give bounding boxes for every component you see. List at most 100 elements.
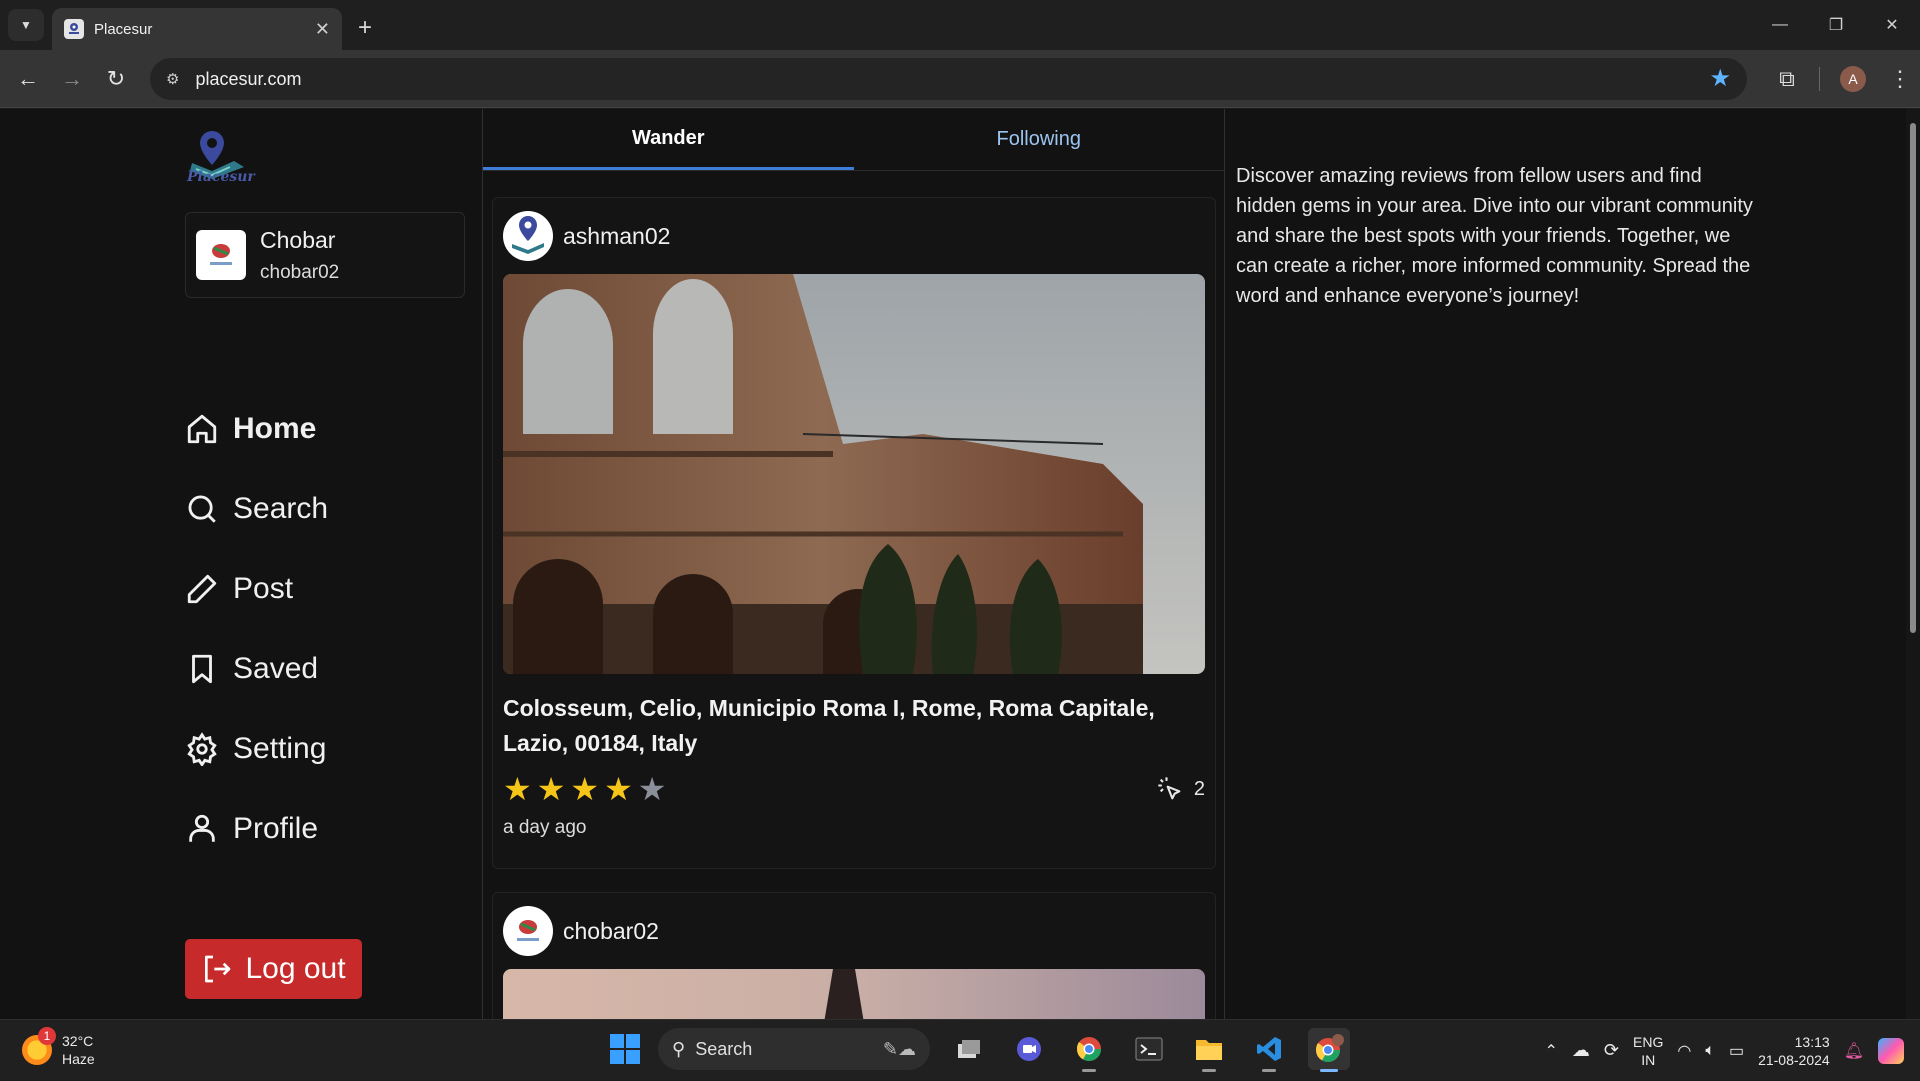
star-icon: ★ <box>536 771 566 807</box>
user-card[interactable]: Chobar chobar02 <box>185 212 465 298</box>
app-running-indicator <box>1082 1069 1096 1072</box>
logout-label: Log out <box>245 952 346 985</box>
bookmark-star-icon[interactable]: ★ <box>1709 63 1731 95</box>
notification-bell-icon[interactable]: 🔔︎ <box>1844 1041 1864 1061</box>
nav-home-label: Home <box>233 412 317 445</box>
chrome-icon[interactable] <box>1068 1028 1110 1072</box>
chevron-up-icon[interactable]: ⌃ <box>1545 1041 1558 1061</box>
profile-avatar[interactable]: A <box>1840 66 1866 92</box>
star-icon: ★ <box>637 771 667 807</box>
search-icon: ⚲ <box>672 1038 686 1059</box>
weather-icon: 1 <box>22 1027 56 1065</box>
onedrive-icon[interactable]: ☁ <box>1572 1040 1590 1061</box>
taskbar-apps: ⚲ Search ✎☁ <box>610 1028 1350 1072</box>
nav-saved-label: Saved <box>233 652 319 685</box>
scrollbar-thumb[interactable] <box>1910 123 1916 633</box>
extensions-icon[interactable]: ⧉ <box>1761 66 1813 92</box>
app-active-indicator <box>1320 1069 1338 1072</box>
url-text[interactable]: placesur.com <box>195 69 1709 90</box>
meet-icon[interactable] <box>1008 1028 1050 1070</box>
search-highlight-icon: ✎☁ <box>882 1038 916 1059</box>
weather-temp: 32°C <box>62 1033 94 1049</box>
back-button[interactable]: ← <box>6 57 50 101</box>
taskbar-search-label: Search <box>695 1038 753 1059</box>
gear-icon <box>187 732 217 766</box>
chrome-profile-icon[interactable] <box>1308 1028 1350 1072</box>
toolbar-divider <box>1819 67 1820 91</box>
info-text: Discover amazing reviews from fellow use… <box>1236 165 1753 307</box>
nav-profile[interactable]: Profile <box>185 789 328 869</box>
window-controls: — ❐ ✕ <box>1752 0 1920 50</box>
post-card[interactable]: ashman02 Colosseum, Celio, Municipio Rom… <box>492 197 1216 869</box>
nav-saved[interactable]: Saved <box>185 629 328 709</box>
chevron-down-icon: ▼ <box>20 18 32 32</box>
tab-wander[interactable]: Wander <box>483 109 854 170</box>
close-window-icon[interactable]: ✕ <box>1864 0 1920 50</box>
post-avatar[interactable] <box>503 211 553 261</box>
page-content: Placesur Chobar chobar02 Home Search Pos… <box>0 109 1920 1019</box>
new-tab-button[interactable]: + <box>358 14 372 42</box>
language-indicator[interactable]: ENG IN <box>1633 1033 1663 1069</box>
user-avatar <box>196 230 246 280</box>
tab-search-button[interactable]: ▼ <box>8 9 44 41</box>
star-icon: ★ <box>604 771 633 807</box>
taskbar: 1 32°C Haze ⚲ Search ✎☁ ⌃ ☁ ⟳ ENG IN ◠ 🔈… <box>0 1019 1920 1080</box>
volume-icon[interactable]: 🔈︎ <box>1705 1042 1715 1060</box>
file-explorer-icon[interactable] <box>1188 1028 1230 1072</box>
lang-bottom: IN <box>1641 1051 1656 1068</box>
page-scrollbar[interactable] <box>1906 109 1920 1019</box>
minimize-icon[interactable]: — <box>1752 0 1808 50</box>
taskbar-search[interactable]: ⚲ Search ✎☁ <box>658 1028 930 1070</box>
user-name: Chobar <box>260 226 336 253</box>
favicon-icon <box>64 19 84 39</box>
clock-time: 13:13 <box>1794 1033 1830 1050</box>
task-view-icon[interactable] <box>948 1028 990 1070</box>
post-time: a day ago <box>503 817 587 838</box>
post-header: ashman02 <box>503 198 1205 274</box>
copilot-icon[interactable] <box>1878 1037 1904 1064</box>
address-bar[interactable]: ⚙ placesur.com ★ <box>150 58 1747 100</box>
like-button[interactable]: 2 <box>1156 775 1205 803</box>
logo-text: Placesur <box>187 169 255 185</box>
nav-post-label: Post <box>233 572 294 605</box>
post-photo[interactable] <box>503 969 1205 1019</box>
logout-icon <box>205 955 231 983</box>
nav-search[interactable]: Search <box>185 469 328 549</box>
user-handle: chobar02 <box>260 261 340 283</box>
nav-setting[interactable]: Setting <box>185 709 328 789</box>
forward-button[interactable]: → <box>50 57 94 101</box>
app-running-indicator <box>1262 1069 1276 1072</box>
close-tab-icon[interactable]: ✕ <box>315 19 330 40</box>
battery-icon[interactable]: ▭ <box>1729 1041 1744 1061</box>
search-icon <box>188 495 216 523</box>
rating-stars: ★ ★ ★ ★ ★ <box>503 773 666 805</box>
site-info-icon[interactable]: ⚙ <box>166 70 179 88</box>
post-username[interactable]: ashman02 <box>563 223 670 250</box>
post-username[interactable]: chobar02 <box>563 918 659 945</box>
tab-following[interactable]: Following <box>854 109 1225 170</box>
lang-top: ENG <box>1633 1033 1664 1050</box>
star-icon: ★ <box>503 771 532 807</box>
start-button[interactable] <box>610 1034 640 1064</box>
post-avatar[interactable] <box>503 906 553 956</box>
star-icon: ★ <box>570 771 600 807</box>
like-count: 2 <box>1193 777 1205 800</box>
vscode-icon[interactable] <box>1248 1028 1290 1072</box>
post-place[interactable]: Colosseum, Celio, Municipio Roma I, Rome… <box>503 691 1205 761</box>
terminal-icon[interactable] <box>1128 1028 1170 1070</box>
nav-post[interactable]: Post <box>185 549 328 629</box>
post-card[interactable]: chobar02 <box>492 892 1216 1019</box>
clock[interactable]: 13:13 21-08-2024 <box>1758 1033 1830 1069</box>
restore-icon[interactable]: ❐ <box>1808 0 1864 50</box>
app-running-indicator <box>1202 1069 1216 1072</box>
logout-button[interactable]: Log out <box>185 939 362 999</box>
sync-icon[interactable]: ⟳ <box>1604 1040 1619 1061</box>
reload-button[interactable]: ↻ <box>94 57 138 101</box>
menu-icon[interactable]: ⋮ <box>1880 66 1920 92</box>
nav-home[interactable]: Home <box>185 389 328 469</box>
post-photo[interactable] <box>503 274 1205 674</box>
wifi-icon[interactable]: ◠ <box>1677 1041 1691 1061</box>
clock-date: 21-08-2024 <box>1758 1051 1830 1068</box>
weather-widget[interactable]: 1 32°C Haze <box>22 1027 95 1068</box>
browser-tab[interactable]: Placesur ✕ <box>52 8 342 50</box>
